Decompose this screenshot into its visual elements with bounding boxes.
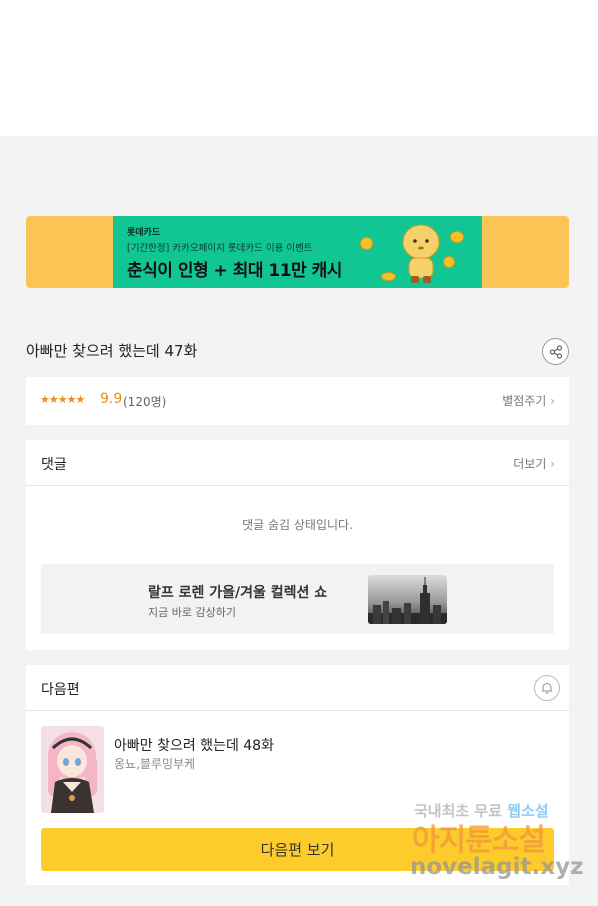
next-episode-header: 다음편 xyxy=(26,665,569,711)
chevron-right-icon: › xyxy=(550,394,555,408)
next-episode-author: 옹뇨,블루밍부케 xyxy=(114,757,196,771)
notification-button[interactable] xyxy=(534,675,560,701)
comments-title: 댓글 xyxy=(41,457,67,473)
rate-button-label: 별점주기 xyxy=(502,394,547,408)
rating-count: (120명) xyxy=(123,395,167,409)
ad-subtitle: 지금 바로 감상하기 xyxy=(148,606,236,619)
next-episode-thumbnail[interactable] xyxy=(41,726,104,813)
top-blank-area xyxy=(0,0,598,136)
next-episode-section-title: 다음편 xyxy=(41,682,80,698)
chevron-right-icon: › xyxy=(550,457,555,471)
comments-card: 댓글 더보기 › 댓글 숨김 상태입니다. 랄프 로렌 가을/겨울 컬렉션 쇼 … xyxy=(26,440,569,650)
coin-icon xyxy=(360,237,373,250)
mascot-icon xyxy=(402,224,440,283)
rating-card: ★★★★★ 9.9 (120명) 별점주기 › xyxy=(26,377,569,425)
bell-icon xyxy=(542,682,552,694)
share-icon xyxy=(549,344,562,359)
coin-icon xyxy=(450,231,464,243)
share-button[interactable] xyxy=(542,338,569,365)
comments-hidden-message: 댓글 숨김 상태입니다. xyxy=(242,518,353,532)
banner-headline: 춘식이 인형 + 최대 11만 캐시 xyxy=(127,261,342,281)
comments-more-label: 더보기 xyxy=(513,457,547,471)
episode-title: 아빠만 찾으려 했는데 47화 xyxy=(26,342,198,360)
next-episode-title: 아빠만 찾으려 했는데 48화 xyxy=(114,738,274,754)
promo-banner[interactable]: 롯데카드 [기간한정] 카카오페이지 롯데카드 이용 이벤트 춘식이 인형 + … xyxy=(26,216,569,288)
promo-banner-content: 롯데카드 [기간한정] 카카오페이지 롯데카드 이용 이벤트 춘식이 인형 + … xyxy=(113,216,482,288)
ad-image xyxy=(368,575,447,624)
next-episode-button[interactable]: 다음편 보기 xyxy=(41,828,554,871)
rate-button[interactable]: 별점주기 › xyxy=(502,392,555,409)
banner-brand: 롯데카드 xyxy=(127,228,161,238)
ad-box[interactable]: 랄프 로렌 가을/겨울 컬렉션 쇼 지금 바로 감상하기 xyxy=(41,564,554,634)
ad-title: 랄프 로렌 가을/겨울 컬렉션 쇼 xyxy=(148,585,328,601)
next-episode-card: 다음편 아빠만 찾으려 했는데 48화 옹뇨,블루밍부케 다음편 보기 xyxy=(26,665,569,885)
comments-header: 댓글 더보기 › xyxy=(26,440,569,486)
rating-stars: ★★★★★ xyxy=(40,393,85,406)
coin-icon xyxy=(381,272,396,281)
rating-score: 9.9 xyxy=(100,391,123,407)
coin-icon xyxy=(443,256,455,268)
comments-more-button[interactable]: 더보기 › xyxy=(513,455,555,472)
banner-subtitle: [기간한정] 카카오페이지 롯데카드 이용 이벤트 xyxy=(127,243,313,254)
